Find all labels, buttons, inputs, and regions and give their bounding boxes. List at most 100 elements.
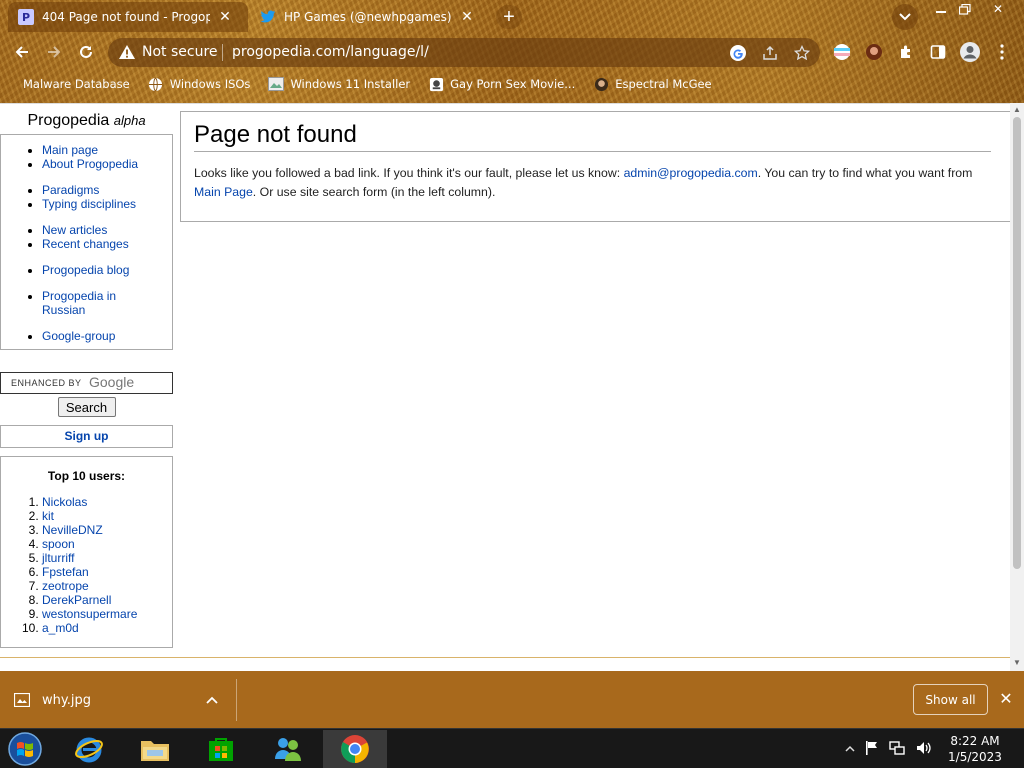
close-download-bar-icon[interactable]: ✕ [997,690,1015,708]
tab-title: 404 Page not found - Progopedia [42,10,210,24]
google-lens-icon[interactable] [728,43,748,63]
scrollbar-thumb[interactable] [1013,117,1021,569]
bookmark-malware-database[interactable]: Malware Database [14,73,139,95]
taskbar-store[interactable] [189,730,253,768]
bookmark-espectral-mcgee[interactable]: Espectral McGee [584,73,720,95]
reload-button[interactable] [73,40,99,64]
user-link[interactable]: Fpstefan [42,565,89,579]
nav-item-russian: Progopedia in Russian [42,289,132,317]
message-text: . You can try to find what you want from [757,166,973,180]
flag-extension-icon[interactable] [830,40,854,64]
share-icon[interactable] [760,43,780,63]
user-link[interactable]: Nickolas [42,495,87,509]
tab-progopedia[interactable]: P 404 Page not found - Progopedia ✕ [8,2,248,32]
taskbar-chrome[interactable] [323,730,387,768]
minimize-icon [936,11,946,13]
bookmark-windows-11-installer[interactable]: Windows 11 Installer [259,73,419,95]
volume-icon[interactable] [915,740,933,759]
close-tab-icon[interactable]: ✕ [460,9,474,25]
logo-alpha-label: alpha [113,113,146,128]
divider [222,44,223,61]
tab-search-button[interactable] [892,4,918,30]
network-icon[interactable] [889,740,905,759]
new-articles-link[interactable]: New articles [42,223,107,237]
search-button[interactable]: Search [57,397,116,417]
list-item: westonsupermare [42,607,172,621]
logo-text: Progopedia [27,112,110,129]
paradigms-link[interactable]: Paradigms [42,183,99,197]
more-menu-icon[interactable] [990,40,1014,64]
windows-taskbar: 8:22 AM 1/5/2023 [0,728,1024,768]
main-content: Page not found Looks like you followed a… [180,111,1010,222]
new-tab-button[interactable]: + [496,5,522,29]
google-brand-label: Google [89,374,135,390]
show-hidden-icons-icon[interactable] [845,742,855,756]
taskbar-file-explorer[interactable] [123,730,187,768]
recent-changes-link[interactable]: Recent changes [42,237,129,251]
user-link[interactable]: zeotrope [42,579,89,593]
bookmark-label: Espectral McGee [615,77,712,91]
chrome-icon [341,735,369,763]
admin-email-link[interactable]: admin@progopedia.com [624,166,758,180]
taskbar-internet-explorer[interactable] [57,730,121,768]
download-options-button[interactable] [206,693,218,707]
bookmark-site[interactable]: Gay Porn Sex Movie... [419,73,584,95]
page-scrollbar[interactable]: ▲ ▼ [1010,103,1024,671]
site-logo[interactable]: Progopedia alpha [0,110,173,134]
signup-link[interactable]: Sign up [65,429,109,443]
list-item: kit [42,509,172,523]
address-bar[interactable]: Not secure progopedia.com/language/l/ [108,38,820,67]
close-window-button[interactable]: ✕ [983,0,1013,18]
scroll-up-icon[interactable]: ▲ [1013,106,1021,114]
system-clock[interactable]: 8:22 AM 1/5/2023 [940,733,1010,765]
about-progopedia-link[interactable]: About Progopedia [42,157,138,171]
scroll-down-icon[interactable]: ▼ [1013,659,1021,667]
error-message: Looks like you followed a bad link. If y… [194,164,990,202]
google-group-link[interactable]: Google-group [42,329,115,343]
main-page-link[interactable]: Main Page [194,185,253,199]
back-button[interactable] [9,40,35,64]
bookmark-label: Windows ISOs [169,77,251,91]
nav-group: Progopedia blog [1,263,172,277]
list-item: NevilleDNZ [42,523,172,537]
user-link[interactable]: NevilleDNZ [42,523,103,537]
user-link[interactable]: DerekParnell [42,593,111,607]
nav-group: Progopedia in Russian [1,289,172,317]
download-item[interactable]: why.jpg [14,685,238,715]
nav-item-paradigms: Paradigms [42,183,172,197]
user-link[interactable]: spoon [42,537,75,551]
url-text[interactable]: progopedia.com/language/l/ [232,44,429,60]
start-button[interactable] [0,730,55,768]
typing-disciplines-link[interactable]: Typing disciplines [42,197,136,211]
action-center-flag-icon[interactable] [865,740,879,759]
side-panel-icon[interactable] [926,40,950,64]
folder-icon [141,741,169,761]
site-search-input[interactable]: ENHANCED BY Google [0,372,173,394]
user-link[interactable]: a_m0d [42,621,79,635]
taskbar-messenger[interactable] [256,730,320,768]
tab-twitter[interactable]: HP Games (@newhpgames) / Twitter ✕ [250,2,486,32]
restore-button[interactable] [950,0,980,18]
warning-icon[interactable] [118,44,136,63]
avatar-extension-icon[interactable] [862,40,886,64]
forward-button[interactable] [41,40,67,64]
progopedia-russian-link[interactable]: Progopedia in Russian [42,289,116,317]
user-link[interactable]: jlturriff [42,551,74,565]
bookmark-star-icon[interactable] [792,43,812,63]
nav-group: Google-group [1,329,172,343]
reload-icon [80,45,92,58]
main-page-link[interactable]: Main page [42,143,98,157]
nav-group: New articles Recent changes [1,223,172,251]
list-item: spoon [42,537,172,551]
close-tab-icon[interactable]: ✕ [218,9,232,25]
messenger-people-icon [275,738,301,761]
puzzle-extensions-icon[interactable] [894,40,918,64]
bookmark-windows-isos[interactable]: Windows ISOs [139,73,260,95]
user-link[interactable]: kit [42,509,54,523]
user-link[interactable]: westonsupermare [42,607,137,621]
security-label[interactable]: Not secure [142,44,218,60]
profile-icon[interactable] [958,40,982,64]
show-all-button[interactable]: Show all [913,684,988,715]
avatar-icon [593,76,609,92]
progopedia-blog-link[interactable]: Progopedia blog [42,263,129,277]
